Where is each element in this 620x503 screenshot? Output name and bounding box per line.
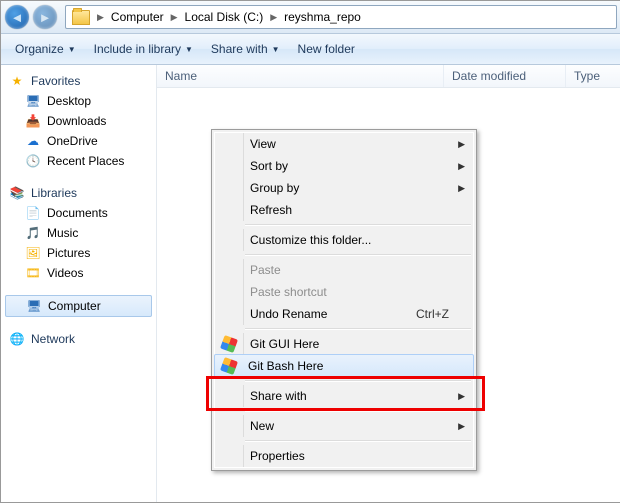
chevron-right-icon: ▶	[458, 183, 465, 194]
chevron-right-icon: ▶	[458, 421, 465, 432]
libraries-group: 📚Libraries 📄Documents 🎵Music 🖼Pictures 🎞…	[1, 183, 156, 283]
computer-group: 🖥Computer	[1, 295, 156, 317]
chevron-right-icon: ▶	[458, 161, 465, 172]
chevron-right-icon: ▶	[267, 12, 280, 23]
chevron-right-icon: ▶	[458, 391, 465, 402]
shortcut-text: Ctrl+Z	[416, 307, 449, 321]
ctx-properties[interactable]: Properties	[215, 445, 473, 467]
git-icon	[220, 335, 238, 353]
sidebar-item-computer[interactable]: 🖥Computer	[5, 295, 152, 317]
ctx-undo-rename[interactable]: Undo RenameCtrl+Z	[215, 303, 473, 325]
ctx-git-bash-here[interactable]: Git Bash Here	[214, 354, 474, 378]
sidebar-item-onedrive[interactable]: ☁OneDrive	[1, 131, 156, 151]
computer-icon: 🖥	[26, 298, 42, 314]
sidebar-item-network[interactable]: 🌐Network	[1, 329, 156, 349]
include-library-button[interactable]: Include in library▼	[86, 38, 201, 60]
crumb-folder[interactable]: reyshma_repo	[280, 6, 365, 28]
star-icon: ★	[9, 73, 25, 89]
crumb-drive[interactable]: Local Disk (C:)	[181, 6, 268, 28]
separator	[245, 224, 471, 226]
sidebar-favorites[interactable]: ★Favorites	[1, 71, 156, 91]
git-icon	[220, 357, 238, 375]
explorer-window: ◄ ► ▶ Computer ▶ Local Disk (C:) ▶ reysh…	[0, 0, 620, 503]
pictures-icon: 🖼	[25, 245, 41, 261]
ctx-paste: Paste	[215, 259, 473, 281]
network-icon: 🌐	[9, 331, 25, 347]
ctx-sort-by[interactable]: Sort by▶	[215, 155, 473, 177]
separator	[245, 410, 471, 412]
ctx-view[interactable]: View▶	[215, 133, 473, 155]
ctx-refresh[interactable]: Refresh	[215, 199, 473, 221]
ctx-group-by[interactable]: Group by▶	[215, 177, 473, 199]
favorites-group: ★Favorites 🖥Desktop 📥Downloads ☁OneDrive…	[1, 71, 156, 171]
sidebar-item-recent[interactable]: 🕓Recent Places	[1, 151, 156, 171]
ctx-new[interactable]: New▶	[215, 415, 473, 437]
ctx-customize-folder[interactable]: Customize this folder...	[215, 229, 473, 251]
documents-icon: 📄	[25, 205, 41, 221]
chevron-right-icon: ▶	[94, 12, 107, 23]
chevron-right-icon: ▶	[168, 12, 181, 23]
col-type[interactable]: Type	[566, 65, 620, 87]
sidebar-item-documents[interactable]: 📄Documents	[1, 203, 156, 223]
caret-down-icon: ▼	[272, 45, 280, 54]
libraries-icon: 📚	[9, 185, 25, 201]
back-button[interactable]: ◄	[5, 5, 29, 29]
separator	[245, 328, 471, 330]
chevron-right-icon: ▶	[458, 139, 465, 150]
context-menu: View▶ Sort by▶ Group by▶ Refresh Customi…	[211, 129, 477, 471]
cloud-icon: ☁	[25, 133, 41, 149]
recent-icon: 🕓	[25, 153, 41, 169]
nav-bar: ◄ ► ▶ Computer ▶ Local Disk (C:) ▶ reysh…	[1, 1, 620, 34]
sidebar-item-downloads[interactable]: 📥Downloads	[1, 111, 156, 131]
breadcrumb[interactable]: ▶ Computer ▶ Local Disk (C:) ▶ reyshma_r…	[65, 5, 617, 29]
separator	[245, 440, 471, 442]
crumb-computer[interactable]: Computer	[107, 6, 168, 28]
sidebar-item-videos[interactable]: 🎞Videos	[1, 263, 156, 283]
column-headers: Name Date modified Type	[157, 65, 620, 88]
sidebar-libraries[interactable]: 📚Libraries	[1, 183, 156, 203]
ctx-share-with[interactable]: Share with▶	[215, 385, 473, 407]
sidebar-item-pictures[interactable]: 🖼Pictures	[1, 243, 156, 263]
caret-down-icon: ▼	[185, 45, 193, 54]
ctx-git-gui-here[interactable]: Git GUI Here	[215, 333, 473, 355]
downloads-icon: 📥	[25, 113, 41, 129]
toolbar: Organize▼ Include in library▼ Share with…	[1, 34, 620, 65]
forward-button[interactable]: ►	[33, 5, 57, 29]
separator	[245, 254, 471, 256]
share-with-button[interactable]: Share with▼	[203, 38, 288, 60]
desktop-icon: 🖥	[25, 93, 41, 109]
separator	[245, 380, 471, 382]
new-folder-button[interactable]: New folder	[290, 38, 363, 60]
sidebar-item-music[interactable]: 🎵Music	[1, 223, 156, 243]
ctx-paste-shortcut: Paste shortcut	[215, 281, 473, 303]
sidebar: ★Favorites 🖥Desktop 📥Downloads ☁OneDrive…	[1, 65, 157, 503]
sidebar-item-desktop[interactable]: 🖥Desktop	[1, 91, 156, 111]
caret-down-icon: ▼	[68, 45, 76, 54]
music-icon: 🎵	[25, 225, 41, 241]
col-name[interactable]: Name	[157, 65, 444, 87]
videos-icon: 🎞	[25, 265, 41, 281]
network-group: 🌐Network	[1, 329, 156, 349]
organize-button[interactable]: Organize▼	[7, 38, 84, 60]
col-date[interactable]: Date modified	[444, 65, 566, 87]
folder-icon	[72, 10, 90, 25]
